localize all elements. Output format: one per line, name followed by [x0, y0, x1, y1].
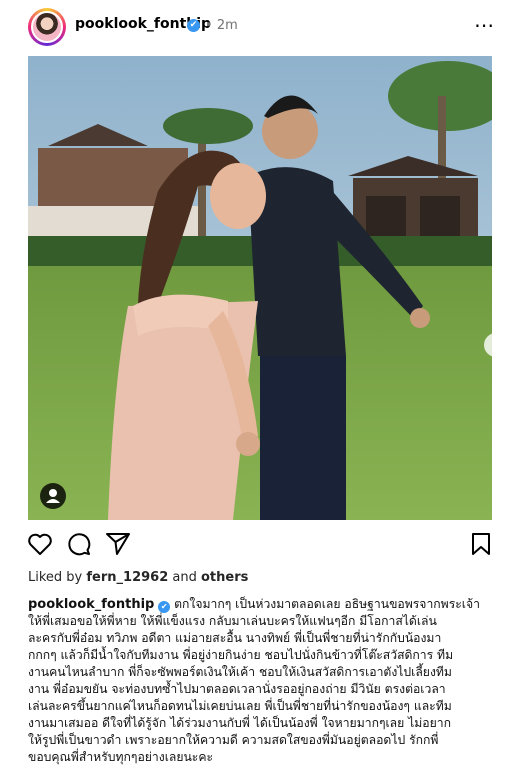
- likes-others-link[interactable]: others: [201, 570, 248, 585]
- liked-by-user[interactable]: fern_12962: [86, 570, 168, 585]
- caption-line: ขอบคุณพี่สำหรับทุกๆอย่างเลยนะคะ: [28, 750, 214, 764]
- caption-line: เล่นละครขึ้นยากแค่ไหนก็อดทนไม่เคยบ่นเลย …: [28, 699, 452, 713]
- more-options-icon[interactable]: ⋯: [474, 13, 495, 37]
- story-ring[interactable]: [28, 8, 66, 46]
- caption-username[interactable]: pooklook_fonthip: [28, 597, 154, 612]
- caption-line: pooklook_fonthip ✔ ตกใจมากๆ เป็นห่วงมาตล…: [28, 596, 496, 613]
- caption-line: ให้พี่เสมอขอให้พี่หาย ให้พี่แข็งแรง กลับ…: [28, 614, 437, 628]
- post-caption: pooklook_fonthip ✔ ตกใจมากๆ เป็นห่วงมาตล…: [28, 596, 496, 766]
- paper-plane-icon[interactable]: [104, 530, 132, 558]
- bookmark-icon[interactable]: [467, 530, 495, 558]
- post-header: pooklook_fonthip ✔ • 2m ⋯: [0, 0, 520, 52]
- likes-prefix: Liked by: [28, 570, 87, 585]
- caption-line: งานมาเสมออ ดีใจที่ได้รู้จัก ได้ร่วมงานกั…: [28, 716, 451, 730]
- comment-bubble-icon[interactable]: [65, 530, 93, 558]
- post-time: • 2m: [205, 18, 238, 33]
- caption-text: ตกใจมากๆ เป็นห่วงมาตลอดเลย อธิษฐานขอพรจา…: [170, 597, 480, 611]
- avatar[interactable]: [31, 11, 63, 43]
- verified-badge-icon: ✔: [187, 19, 200, 32]
- heart-outline-icon[interactable]: [26, 530, 54, 558]
- caption-line: งานคนไหนลำบาก พี่ก็จะซัพพอร์ตเงินให้เค้า…: [28, 665, 452, 679]
- verified-badge-icon: ✔: [158, 601, 171, 613]
- time-ago: 2m: [216, 18, 238, 33]
- caption-line: ละครกับพี่อ๋อม ทวิภพ อดีตา แม่อายสะอื้น …: [28, 631, 442, 645]
- separator: •: [205, 18, 213, 33]
- person-icon[interactable]: [40, 483, 66, 509]
- caption-line: กกกๆ แล้วก็มีน้ำใจกับทีมงาน พี่อยู่ง่ายก…: [28, 648, 454, 662]
- post-photo[interactable]: ›: [28, 56, 492, 520]
- likes-middle: and: [168, 570, 201, 585]
- photo-illustration: [28, 56, 492, 520]
- post-actions: [0, 530, 520, 560]
- caption-line: ให้รูปพี่เป็นขาวดำ เพราะอยากให้ความดี คว…: [28, 733, 439, 747]
- likes-summary: Liked by fern_12962 and others: [28, 570, 248, 585]
- caption-line: งาน พี่อ๋อมขยัน จะท่องบทซ้ำไปมาตลอดเวลาน…: [28, 682, 446, 696]
